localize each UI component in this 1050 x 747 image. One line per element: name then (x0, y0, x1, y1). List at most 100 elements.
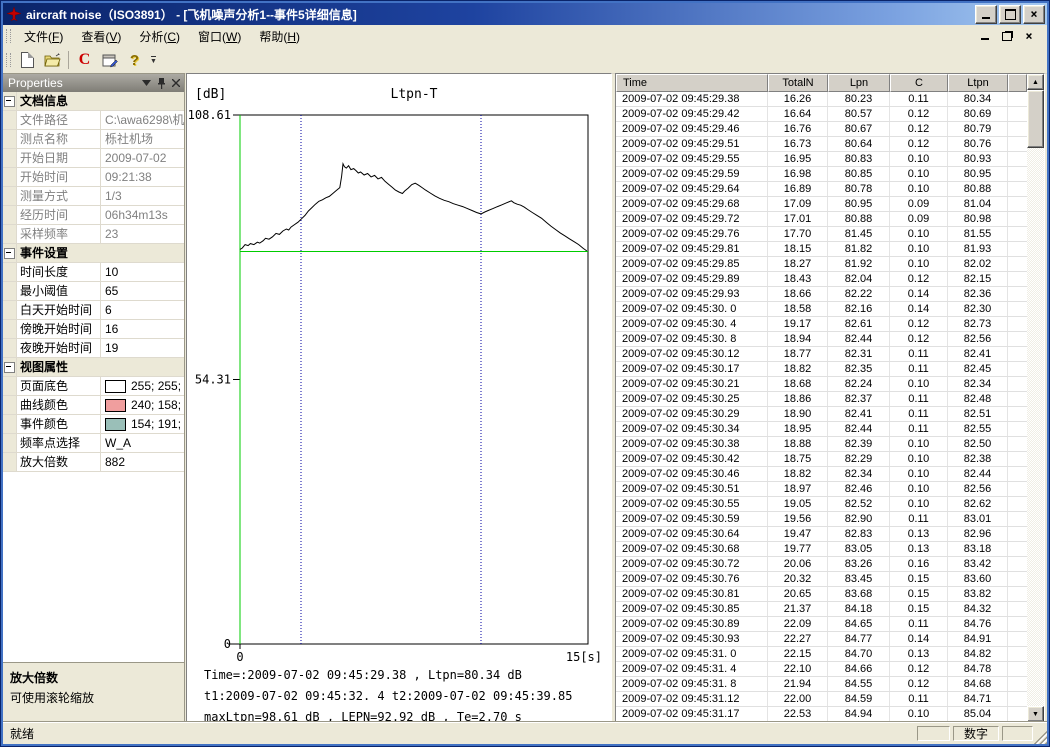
minimize-button[interactable] (975, 5, 997, 24)
property-value[interactable]: 10 (101, 263, 184, 281)
table-row[interactable]: 2009-07-02 09:45:29.8118.1581.820.1081.9… (616, 242, 1027, 257)
properties-button[interactable] (98, 49, 121, 71)
toolbar-overflow-button[interactable]: ▼ (147, 49, 160, 71)
table-row[interactable]: 2009-07-02 09:45:31. 821.9484.550.1284.6… (616, 677, 1027, 692)
property-value[interactable]: 65 (101, 282, 184, 300)
collapse-minus-icon[interactable] (4, 248, 15, 259)
table-row[interactable]: 2009-07-02 09:45:29.4616.7680.670.1280.7… (616, 122, 1027, 137)
property-value[interactable]: 19 (101, 339, 184, 357)
table-row[interactable]: 2009-07-02 09:45:29.3816.2680.230.1180.3… (616, 92, 1027, 107)
table-row[interactable]: 2009-07-02 09:45:31. 022.1584.700.1384.8… (616, 647, 1027, 662)
table-row[interactable]: 2009-07-02 09:45:30.5519.0582.520.1082.6… (616, 497, 1027, 512)
menu-item-w[interactable]: 窗口(W) (189, 27, 250, 47)
property-value[interactable]: 154; 191; 18 (101, 415, 184, 433)
table-row[interactable]: 2009-07-02 09:45:30.8922.0984.650.1184.7… (616, 617, 1027, 632)
table-row[interactable]: 2009-07-02 09:45:29.5116.7380.640.1280.7… (616, 137, 1027, 152)
property-value[interactable]: 255; 255; 25 (101, 377, 184, 395)
table-row[interactable]: 2009-07-02 09:45:30.9322.2784.770.1484.9… (616, 632, 1027, 647)
property-row: 开始日期2009-07-02 (3, 149, 184, 168)
column-header-time[interactable]: Time (616, 74, 768, 92)
table-row[interactable]: 2009-07-02 09:45:30.1718.8282.350.1182.4… (616, 362, 1027, 377)
column-header-totaln[interactable]: TotalN (768, 74, 828, 92)
scrollbar-down-button[interactable]: ▼ (1027, 706, 1044, 722)
table-row[interactable]: 2009-07-02 09:45:31. 422.1084.660.1284.7… (616, 662, 1027, 677)
toolbar-grip[interactable] (6, 53, 11, 67)
panel-close-icon[interactable] (172, 79, 180, 87)
scrollbar-up-button[interactable]: ▲ (1027, 74, 1044, 90)
help-button[interactable]: ? (123, 49, 146, 71)
maximize-button[interactable] (999, 5, 1021, 24)
table-row[interactable]: 2009-07-02 09:45:30.7220.0683.260.1683.4… (616, 557, 1027, 572)
table-row[interactable]: 2009-07-02 09:45:30.5118.9782.460.1082.5… (616, 482, 1027, 497)
analysis-c-button[interactable]: C (73, 49, 96, 71)
chart-panel[interactable]: [dB]Ltpn-T054.31108.61015[s] Time=:2009-… (186, 73, 612, 725)
table-row[interactable]: 2009-07-02 09:45:30.3818.8882.390.1082.5… (616, 437, 1027, 452)
table-row[interactable]: 2009-07-02 09:45:30.7620.3283.450.1583.6… (616, 572, 1027, 587)
table-cell: 82.34 (828, 467, 890, 481)
chevron-down-icon[interactable] (142, 80, 151, 86)
color-swatch[interactable] (105, 418, 126, 431)
property-row: 最小阈值65 (3, 282, 184, 301)
color-swatch[interactable] (105, 399, 126, 412)
mdi-restore-button[interactable] (999, 29, 1015, 43)
table-row[interactable]: 2009-07-02 09:45:29.9318.6682.220.1482.3… (616, 287, 1027, 302)
collapse-minus-icon[interactable] (4, 96, 15, 107)
table-row[interactable]: 2009-07-02 09:45:29.5916.9880.850.1080.9… (616, 167, 1027, 182)
table-row[interactable]: 2009-07-02 09:45:30.6819.7783.050.1383.1… (616, 542, 1027, 557)
property-value[interactable]: 6 (101, 301, 184, 319)
menu-item-c[interactable]: 分析(C) (130, 27, 189, 47)
table-row[interactable]: 2009-07-02 09:45:29.8918.4382.040.1282.1… (616, 272, 1027, 287)
table-row[interactable]: 2009-07-02 09:45:29.7217.0180.880.0980.9… (616, 212, 1027, 227)
menubar-grip[interactable] (6, 29, 11, 43)
property-label: 放大倍数 (17, 453, 101, 471)
table-row[interactable]: 2009-07-02 09:45:30.8120.6583.680.1583.8… (616, 587, 1027, 602)
pin-icon[interactable] (157, 78, 166, 89)
open-file-button[interactable] (41, 49, 64, 71)
close-button[interactable]: × (1023, 5, 1045, 24)
table-row[interactable]: 2009-07-02 09:45:29.5516.9580.830.1080.9… (616, 152, 1027, 167)
table-row[interactable]: 2009-07-02 09:45:29.6817.0980.950.0981.0… (616, 197, 1027, 212)
table-row[interactable]: 2009-07-02 09:45:29.7617.7081.450.1081.5… (616, 227, 1027, 242)
table-cell: 0.11 (890, 692, 948, 706)
resize-grip[interactable] (1034, 731, 1047, 744)
property-row: 经历时间06h34m13s (3, 206, 184, 225)
new-document-button[interactable] (16, 49, 39, 71)
table-cell: 20.65 (768, 587, 828, 601)
column-header-lpn[interactable]: Lpn (828, 74, 890, 92)
color-swatch[interactable] (105, 380, 126, 393)
property-value[interactable]: 240; 158; 15 (101, 396, 184, 414)
table-row[interactable]: 2009-07-02 09:45:30. 419.1782.610.1282.7… (616, 317, 1027, 332)
column-header-ltpn[interactable]: Ltpn (948, 74, 1008, 92)
menu-item-f[interactable]: 文件(F) (15, 27, 72, 47)
table-row[interactable]: 2009-07-02 09:45:30.6419.4782.830.1382.9… (616, 527, 1027, 542)
table-row[interactable]: 2009-07-02 09:45:31.1222.0084.590.1184.7… (616, 692, 1027, 707)
table-row[interactable]: 2009-07-02 09:45:31.1722.5384.940.1085.0… (616, 707, 1027, 722)
table-row[interactable]: 2009-07-02 09:45:30. 818.9482.440.1282.5… (616, 332, 1027, 347)
table-row[interactable]: 2009-07-02 09:45:30.5919.5682.900.1183.0… (616, 512, 1027, 527)
property-row: 文件路径C:\awa6298\机场 (3, 111, 184, 130)
table-row[interactable]: 2009-07-02 09:45:30.3418.9582.440.1182.5… (616, 422, 1027, 437)
table-row[interactable]: 2009-07-02 09:45:30.4618.8282.340.1082.4… (616, 467, 1027, 482)
table-row[interactable]: 2009-07-02 09:45:30.1218.7782.310.1182.4… (616, 347, 1027, 362)
table-row[interactable]: 2009-07-02 09:45:30.2918.9082.410.1182.5… (616, 407, 1027, 422)
collapse-minus-icon[interactable] (4, 362, 15, 373)
mdi-close-button[interactable]: × (1021, 29, 1037, 43)
menu-item-v[interactable]: 查看(V) (72, 27, 130, 47)
property-value[interactable]: W_A (101, 434, 184, 452)
table-row[interactable]: 2009-07-02 09:45:30. 018.5882.160.1482.3… (616, 302, 1027, 317)
table-row[interactable]: 2009-07-02 09:45:29.8518.2781.920.1082.0… (616, 257, 1027, 272)
table-scrollbar[interactable]: ▲ ▼ (1027, 74, 1044, 722)
table-row[interactable]: 2009-07-02 09:45:29.4216.6480.570.1280.6… (616, 107, 1027, 122)
mdi-minimize-button[interactable] (977, 29, 993, 43)
scrollbar-thumb[interactable] (1027, 90, 1044, 148)
table-row[interactable]: 2009-07-02 09:45:29.6416.8980.780.1080.8… (616, 182, 1027, 197)
column-header-c[interactable]: C (890, 74, 948, 92)
property-value[interactable]: 16 (101, 320, 184, 338)
ltpn-chart[interactable]: [dB]Ltpn-T054.31108.61015[s] (187, 74, 611, 666)
property-value[interactable]: 882 (101, 453, 184, 471)
table-row[interactable]: 2009-07-02 09:45:30.8521.3784.180.1584.3… (616, 602, 1027, 617)
table-row[interactable]: 2009-07-02 09:45:30.2118.6882.240.1082.3… (616, 377, 1027, 392)
table-row[interactable]: 2009-07-02 09:45:30.4218.7582.290.1082.3… (616, 452, 1027, 467)
menu-item-h[interactable]: 帮助(H) (250, 27, 309, 47)
table-row[interactable]: 2009-07-02 09:45:30.2518.8682.370.1182.4… (616, 392, 1027, 407)
